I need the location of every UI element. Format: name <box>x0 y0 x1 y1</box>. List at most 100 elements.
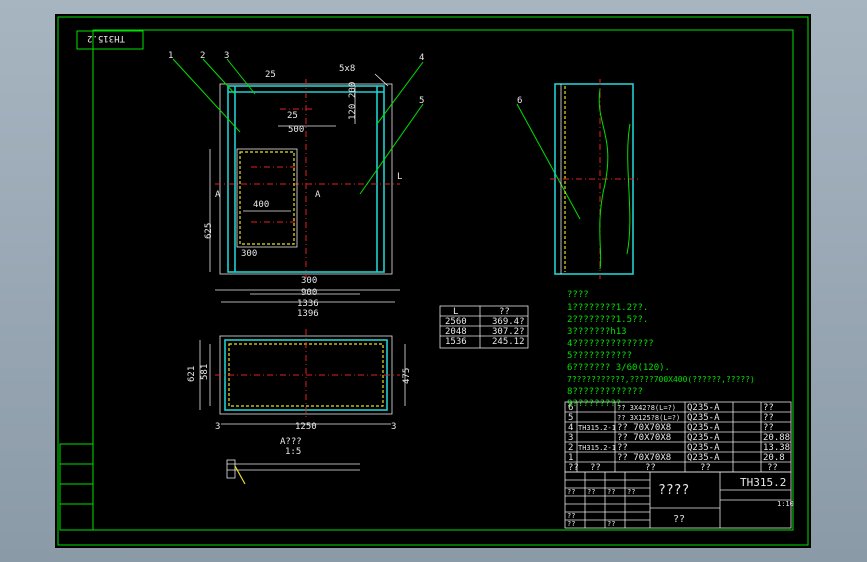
note-2: 2????????1.5??. <box>567 315 648 325</box>
notes-title: ???? <box>567 290 589 300</box>
parts-r5-mat: Q235-A <box>687 453 720 463</box>
parts-h0: ?? <box>568 463 579 473</box>
side-view <box>550 79 640 279</box>
parts-r1-mat: Q235-A <box>687 413 720 423</box>
parts-r0-spec: ?? 3X42?8(L=?) <box>617 404 676 412</box>
parts-r1-spec: ?? 3X125?8(L=?) <box>617 414 680 422</box>
dim-625: 625 <box>204 223 214 239</box>
parts-h3: ?? <box>700 463 711 473</box>
parts-r0-no: 6 <box>568 403 573 413</box>
parts-r5-note: 20.8 <box>763 453 785 463</box>
length-table-r1c0: 2048 <box>445 327 467 337</box>
section-label: A??? <box>280 437 302 447</box>
outer-frame <box>57 16 809 546</box>
drawing-canvas[interactable]: TH315.2 500 400 300 300 900 1336 1396 62… <box>55 14 811 548</box>
parts-r2-mat: Q235-A <box>687 423 720 433</box>
parts-r3-spec: ?? 70X70X8 <box>617 433 671 443</box>
length-table-h1: ?? <box>499 307 510 317</box>
dim-1396: 1396 <box>297 309 319 319</box>
length-table-r2c1: 245.12 <box>492 337 525 347</box>
parts-r2-code: TH315.2-1 <box>578 424 616 432</box>
parts-r3-no: 3 <box>568 433 573 443</box>
parts-list-grid <box>564 401 792 473</box>
rev-col-0: ?? <box>567 488 575 496</box>
dim-621: 621 <box>187 366 197 382</box>
cad-viewport[interactable]: TH315.2 500 400 300 300 900 1336 1396 62… <box>0 0 867 562</box>
length-table-r1c1: 307.2? <box>492 327 525 337</box>
title-name: ???? <box>658 483 689 498</box>
parts-r5-no: 1 <box>568 453 573 463</box>
parts-h2: ?? <box>645 463 656 473</box>
title-scale: 1:10 <box>777 500 794 508</box>
title-sub: ?? <box>673 514 685 525</box>
callout-6: 6 <box>517 96 522 106</box>
length-table-r2c0: 1536 <box>445 337 467 347</box>
dim-3-right: 3 <box>391 422 396 432</box>
parts-r2-note: ?? <box>763 423 774 433</box>
length-table-r0c0: 2560 <box>445 317 467 327</box>
rev-col-2: ?? <box>607 488 615 496</box>
note-1: 1????????1.2??. <box>567 303 648 313</box>
parts-r1-no: 5 <box>568 413 573 423</box>
dim-3-left: 3 <box>215 422 220 432</box>
callout-1: 1 <box>168 51 173 61</box>
plan-view <box>199 329 406 425</box>
note-6: 6??????? 3/60(120). <box>567 363 670 373</box>
length-table-h0: L <box>453 307 458 317</box>
note-4: 4??????????????? <box>567 339 654 349</box>
parts-r2-spec: ?? 70X70X8 <box>617 423 671 433</box>
dim-120: 120 <box>348 104 358 120</box>
dim-5x8: 5x8 <box>339 64 355 74</box>
note-7: 7???????????,?????700X400(??????,?????) <box>567 375 755 384</box>
section-scale: 1:5 <box>285 447 301 457</box>
parts-r3-note: 20.88 <box>763 433 790 443</box>
parts-r4-no: 2 <box>568 443 573 453</box>
dim-300: 300 <box>301 276 317 286</box>
parts-r4-code: TH315.2-1 <box>578 444 616 452</box>
section-detail <box>226 459 360 485</box>
parts-r0-note: ?? <box>763 403 774 413</box>
parts-r4-mat: Q235-A <box>687 443 720 453</box>
dim-1250: 1250 <box>295 422 317 432</box>
section-mark-left: A <box>215 190 221 200</box>
dim-400: 400 <box>253 200 269 210</box>
parts-r5-spec: ?? 70X70X8 <box>617 453 671 463</box>
rev-col-3: ?? <box>627 488 635 496</box>
callout-3: 3 <box>224 51 229 61</box>
callout-4: 4 <box>419 53 424 63</box>
dim-1336: 1336 <box>297 299 319 309</box>
note-5: 5??????????? <box>567 351 632 361</box>
rev-col-5: ?? <box>567 520 575 528</box>
rev-col-6: ?? <box>607 520 615 528</box>
parts-r1-note: ?? <box>763 413 774 423</box>
title-code: TH315.2 <box>740 476 786 489</box>
callout-5: 5 <box>419 96 424 106</box>
rev-col-4: ?? <box>567 512 575 520</box>
weld-25-top: 25 <box>265 70 276 80</box>
parts-h4: ?? <box>767 463 778 473</box>
left-margin-box <box>59 443 94 531</box>
parts-r2-no: 4 <box>568 423 573 433</box>
mirrored-code: TH315.2 <box>87 33 125 43</box>
note-3: 3???????h13 <box>567 327 627 337</box>
dim-200: 200 <box>348 82 358 98</box>
front-view <box>209 73 400 303</box>
rev-col-1: ?? <box>587 488 595 496</box>
dim-900: 900 <box>301 288 317 298</box>
dim-475: 475 <box>402 368 412 384</box>
weld-25: 25 <box>287 111 298 121</box>
parts-r0-mat: Q235-A <box>687 403 720 413</box>
parts-h1: ?? <box>590 463 601 473</box>
drawing-sheet: TH315.2 500 400 300 300 900 1336 1396 62… <box>57 16 809 546</box>
note-8: 8????????????? <box>567 387 643 397</box>
dim-300-left: 300 <box>241 249 257 259</box>
dim-581: 581 <box>200 364 210 380</box>
dim-L: L <box>397 172 402 182</box>
length-table-r0c1: 369.4? <box>492 317 525 327</box>
dim-500: 500 <box>288 125 304 135</box>
section-mark-right: A <box>315 190 321 200</box>
parts-r4-note: 13.38 <box>763 443 790 453</box>
callout-2: 2 <box>200 51 205 61</box>
parts-r4-spec: ?? <box>617 443 628 453</box>
parts-r3-mat: Q235-A <box>687 433 720 443</box>
